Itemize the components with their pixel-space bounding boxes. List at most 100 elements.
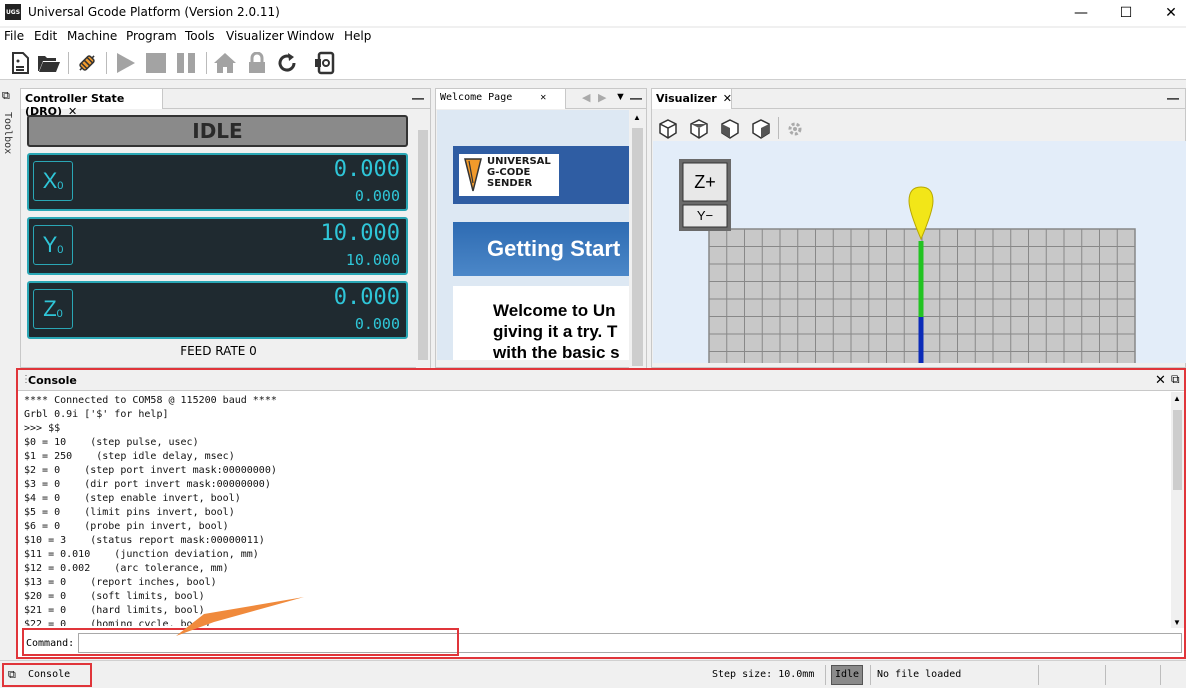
menu-visualizer[interactable]: Visualizer [226,29,284,43]
console-line: $12 = 0.002 (arc tolerance, mm) [24,563,229,574]
axis-y-zero-button[interactable]: Y0 [33,225,73,265]
step-size: Step size: 10.0mm [712,669,815,680]
axis-z-zero-button[interactable]: Z0 [33,289,73,329]
visualizer-tab-header: Visualizer ✕ — [652,89,1185,109]
console-line: $5 = 0 (limit pins invert, bool) [24,507,235,518]
z-work-position: 0.000 [333,285,400,310]
return-to-zero-icon[interactable] [312,50,338,76]
pause-icon[interactable] [173,50,199,76]
axis-x-display: X0 0.000 0.000 [27,153,408,211]
scroll-down-icon[interactable]: ▼ [1173,618,1181,627]
console-line: $20 = 0 (soft limits, bool) [24,591,205,602]
console-line: **** Connected to COM58 @ 115200 baud **… [24,395,277,406]
tab-controller-state[interactable]: Controller State (DRO) ✕ [21,89,163,118]
dro-scrollbar[interactable] [416,110,430,368]
z-machine-position: 0.000 [354,315,400,333]
console-line: $22 = 0 (homing cycle, bool) [24,619,211,626]
menu-file[interactable]: File [4,29,24,43]
axis-x-zero-button[interactable]: X0 [33,161,73,201]
console-line: Grbl 0.9i ['$' for help] [24,409,169,420]
scroll-right-icon[interactable]: ▶ [598,91,606,104]
close-icon[interactable]: ✕ [1155,372,1166,388]
console-line: $3 = 0 (dir port invert mask:00000000) [24,479,271,490]
machine-state: IDLE [27,115,408,147]
console-line: $2 = 0 (step port invert mask:00000000) [24,465,277,476]
visualizer-panel: Visualizer ✕ — Z+ Y− [651,88,1186,368]
menu-help[interactable]: Help [344,29,371,43]
console-title: Console [28,374,77,387]
tab-visualizer[interactable]: Visualizer ✕ [652,89,732,109]
left-view-icon[interactable] [718,117,742,141]
command-highlight-box [22,628,459,656]
console-tab-label: Console [28,669,71,680]
scroll-left-icon[interactable]: ◀ [582,91,590,104]
play-icon[interactable] [112,50,138,76]
feed-rate: FEED RATE 0 [180,344,257,358]
close-icon[interactable]: ✕ [540,92,546,103]
y-work-position: 10.000 [320,221,400,246]
menu-window[interactable]: Window [287,29,334,43]
welcome-card: Welcome to Un giving it a try. T with th… [453,286,629,360]
console-line: $21 = 0 (hard limits, bool) [24,605,205,616]
console-panel: ⋮ Console ✕ ⧉ **** Connected to COM58 @ … [16,368,1186,659]
y-minus-button[interactable]: Y− [683,205,727,227]
close-icon[interactable]: ✕ [723,92,732,105]
visualizer-canvas[interactable]: Z+ Y− [653,141,1186,363]
scroll-up-icon[interactable]: ▲ [633,113,641,122]
z-plus-button[interactable]: Z+ [683,165,727,199]
dro-panel: Controller State (DRO) ✕ — IDLE X0 0.000 … [20,88,431,368]
tab-welcome-page[interactable]: Welcome Page ✕ [436,89,566,109]
front-view-icon[interactable] [749,117,773,141]
window-title: Universal Gcode Platform (Version 2.0.11… [28,5,280,19]
console-line: $13 = 0 (report inches, bool) [24,577,217,588]
iso-view-icon[interactable] [656,117,680,141]
top-view-icon[interactable] [687,117,711,141]
console-minimized-tab[interactable]: ⧉ Console [2,663,92,687]
ugs-logo: UNIVERSAL G-CODE SENDER [459,154,559,196]
close-icon[interactable]: ✕ [1148,0,1186,26]
tab-list-icon[interactable]: ▼ [615,91,626,103]
open-file-icon[interactable] [7,50,33,76]
menu-program[interactable]: Program [126,29,177,43]
x-work-position: 0.000 [333,157,400,182]
welcome-scrollbar[interactable]: ▲ [629,110,646,368]
toolbox-restore-icon[interactable]: ⧉ [2,90,10,103]
maximize-icon[interactable]: ☐ [1103,0,1149,26]
minimize-panel-icon[interactable]: — [1167,91,1179,105]
console-output: **** Connected to COM58 @ 115200 baud **… [24,394,1164,626]
status-bar: ⧉ Console Step size: 10.0mm Idle No file… [0,660,1186,688]
reset-icon[interactable] [274,50,300,76]
menu-edit[interactable]: Edit [34,29,57,43]
minimize-panel-icon[interactable]: — [630,91,642,105]
minimize-panel-icon[interactable]: — [412,91,424,105]
console-line: $10 = 3 (status report mask:00000011) [24,535,265,546]
console-line: $11 = 0.010 (junction deviation, mm) [24,549,259,560]
tab-label: Visualizer [656,92,717,105]
settings-gear-icon[interactable] [783,117,807,141]
tab-label: Welcome Page [440,92,513,103]
home-icon[interactable] [212,50,238,76]
dro-tab-header: Controller State (DRO) ✕ — [21,89,430,118]
menu-bar: File Edit Machine Program Tools Visualiz… [0,28,1186,46]
console-line: $0 = 10 (step pulse, usec) [24,437,199,448]
ugs-banner: UNIVERSAL G-CODE SENDER [453,146,629,204]
console-scrollbar[interactable]: ▲ ▼ [1171,392,1184,628]
minimize-icon[interactable]: — [1058,0,1104,26]
console-line: $6 = 0 (probe pin invert, bool) [24,521,229,532]
console-header: ⋮ Console ✕ ⧉ [18,370,1184,391]
welcome-panel: Welcome Page ✕ ◀ ▶ ▼ — UNIVERSAL G-CODE S… [435,88,647,368]
scroll-up-icon[interactable]: ▲ [1173,394,1181,403]
stop-icon[interactable] [143,50,169,76]
menu-tools[interactable]: Tools [185,29,215,43]
lock-icon[interactable] [244,50,270,76]
toolbox-tab[interactable]: Toolbox [2,112,13,154]
main-toolbar [0,46,1186,80]
connect-icon[interactable] [74,50,100,76]
x-machine-position: 0.000 [354,187,400,205]
open-folder-icon[interactable] [36,50,62,76]
status-badge: Idle [831,665,863,685]
title-bar: UGS Universal Gcode Platform (Version 2.… [0,0,1186,26]
menu-machine[interactable]: Machine [67,29,117,43]
restore-icon[interactable]: ⧉ [1171,372,1180,387]
console-line: $1 = 250 (step idle delay, msec) [24,451,235,462]
